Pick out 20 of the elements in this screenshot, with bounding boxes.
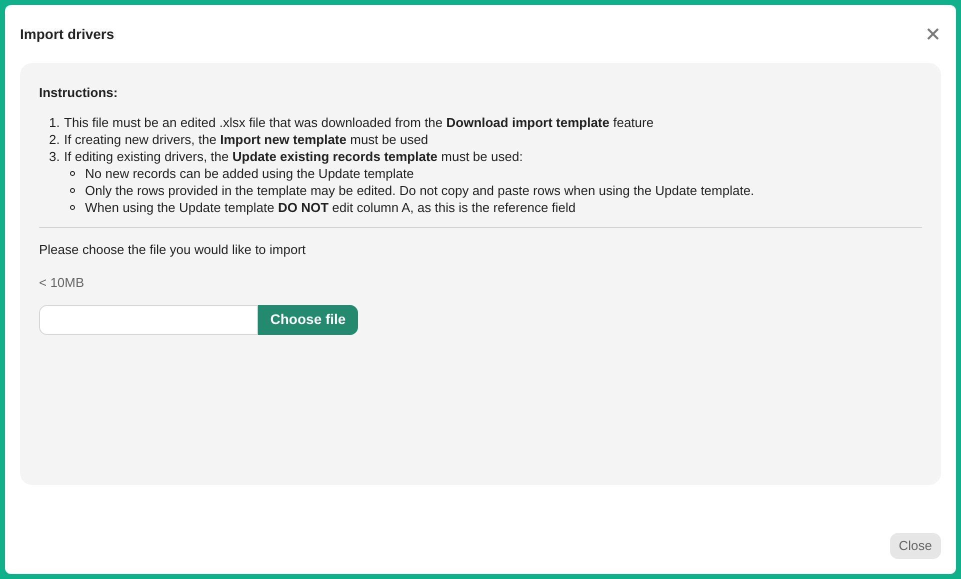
instruction-step: This file must be an edited .xlsx file that was downloaded from the Download import template feature	[64, 114, 654, 130]
choose-file-button[interactable]: Choose file	[258, 304, 358, 334]
file-field[interactable]	[39, 304, 258, 334]
close-button[interactable]: Close	[890, 533, 941, 559]
instruction-step: If editing existing drivers, the Update existing records template must be used:	[64, 148, 523, 164]
instruction-note: When using the Update template DO NOT edit column A, as this is the reference field	[85, 198, 576, 216]
dialog-title: Import drivers	[20, 24, 114, 44]
step-number: 2.	[49, 130, 61, 148]
bullet-icon	[70, 204, 75, 210]
instructions-heading: Instructions:	[39, 84, 119, 102]
instruction-note: Only the rows provided in the template may be edited. Do not copy and paste rows when using the Update template.	[85, 182, 754, 198]
bullet-icon	[70, 188, 75, 192]
bullet-icon	[70, 170, 75, 176]
step-number: 3.	[49, 148, 61, 164]
instruction-step: If creating new drivers, the Import new template must be used	[64, 130, 428, 148]
instruction-note: No new records can be added using the Update template	[85, 164, 414, 182]
step-number: 1.	[49, 114, 61, 130]
size-hint: < 10MB	[39, 274, 86, 292]
close-icon[interactable]	[926, 27, 940, 41]
upload-prompt: Please choose the file you would like to import	[39, 240, 307, 259]
